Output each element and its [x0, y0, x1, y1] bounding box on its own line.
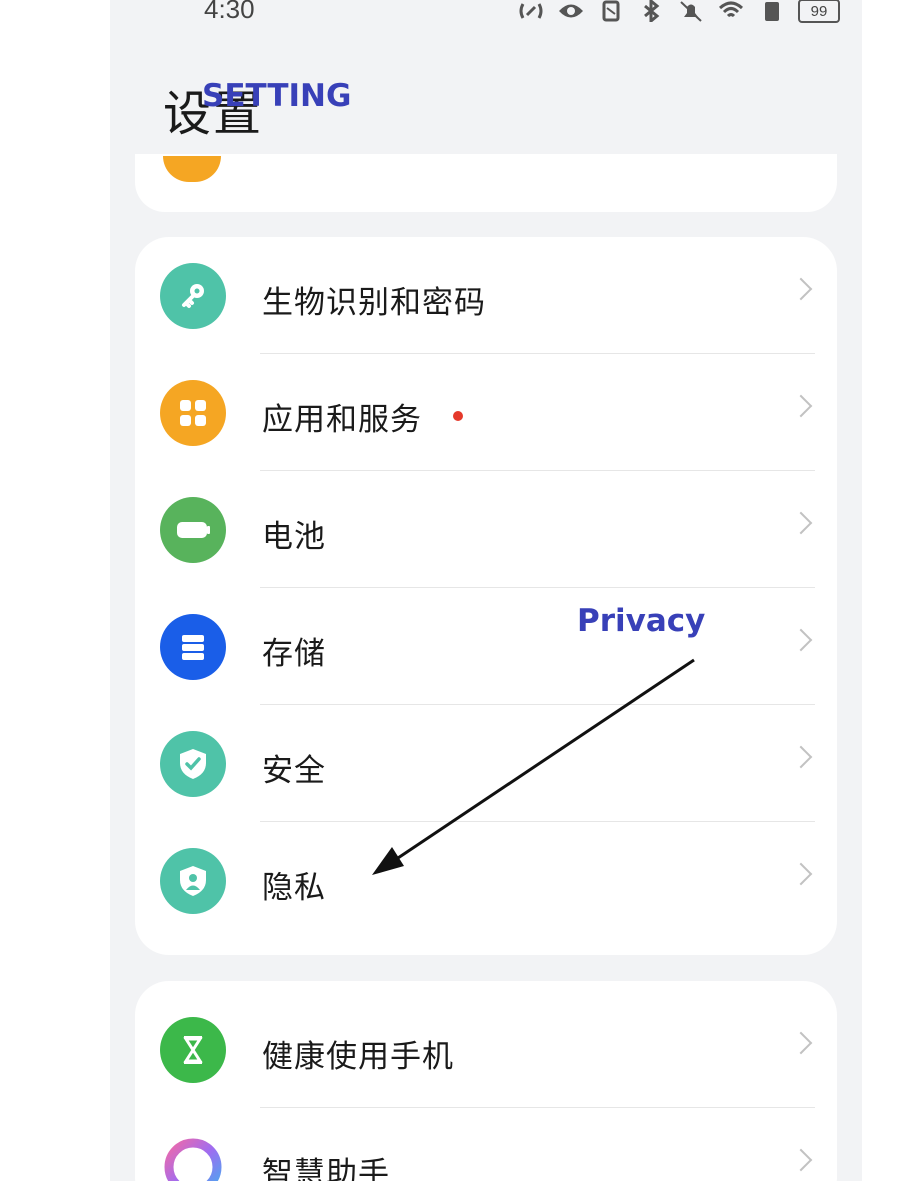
- annotation-arrow: [372, 658, 695, 875]
